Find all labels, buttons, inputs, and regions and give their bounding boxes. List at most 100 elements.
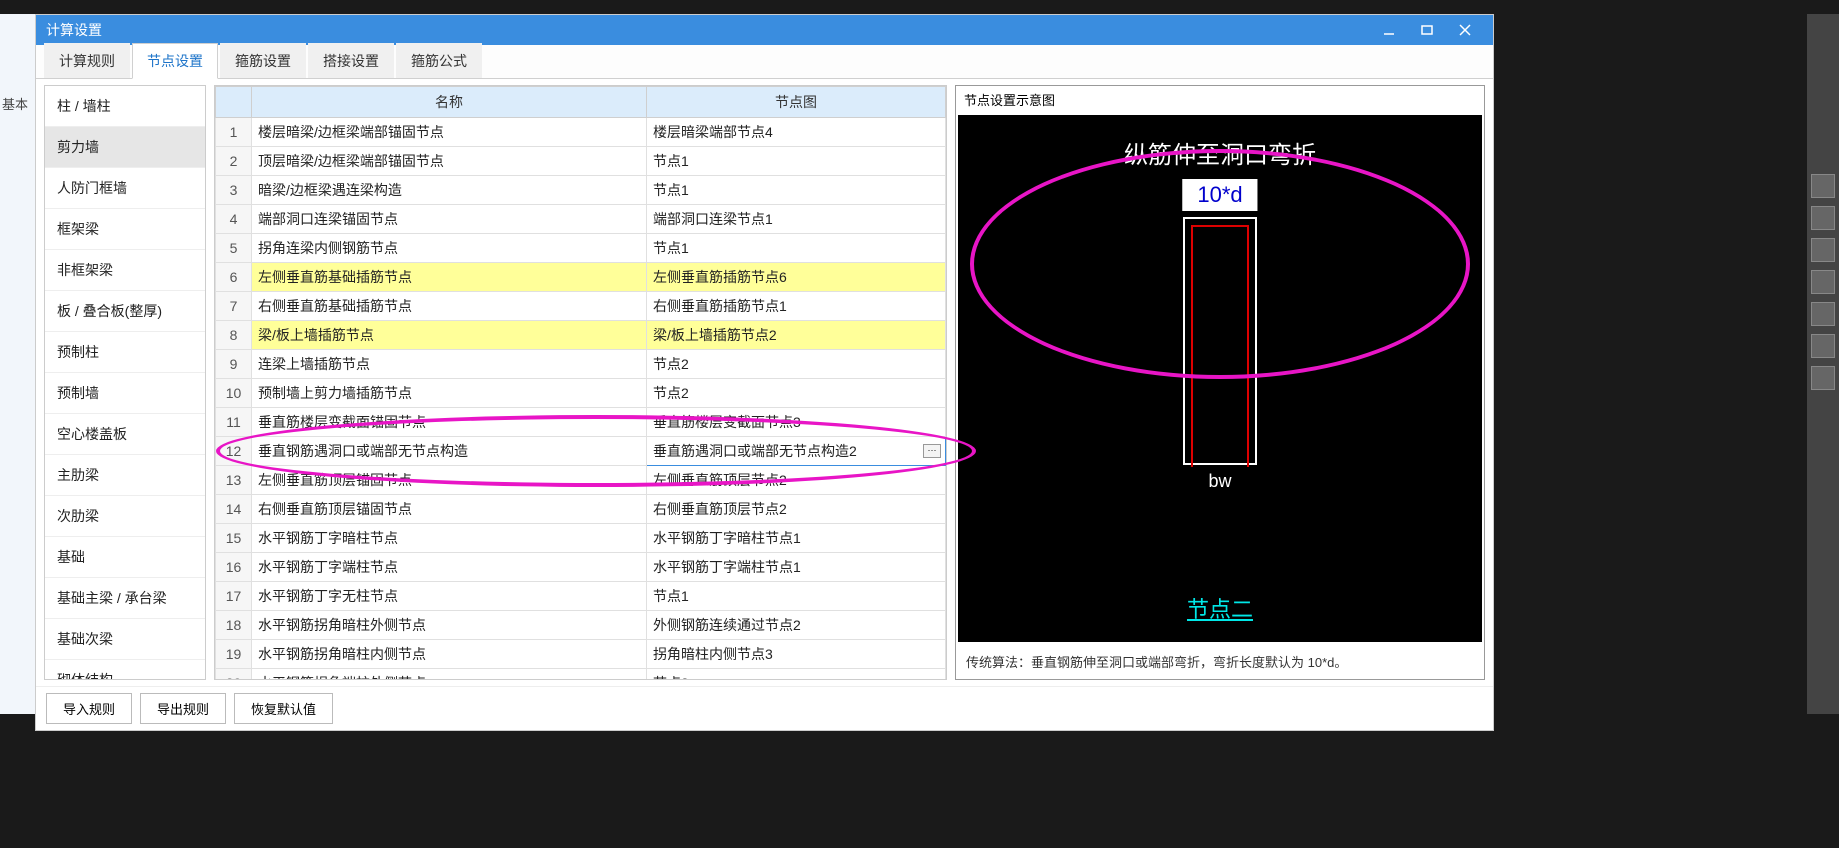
cell-name[interactable]: 左侧垂直筋顶层锚固节点	[252, 466, 647, 495]
cell-node[interactable]: 节点1	[647, 176, 946, 205]
table-row[interactable]: 18水平钢筋拐角暗柱外侧节点外侧钢筋连续通过节点2	[216, 611, 946, 640]
tab-3[interactable]: 搭接设置	[308, 43, 394, 78]
cell-name[interactable]: 连梁上墙插筋节点	[252, 350, 647, 379]
cell-node[interactable]: 右侧垂直筋插筋节点1	[647, 292, 946, 321]
preview-title: 节点设置示意图	[956, 86, 1484, 113]
cell-node[interactable]: 拐角暗柱内侧节点3	[647, 640, 946, 669]
export-rules-button[interactable]: 导出规则	[140, 693, 226, 724]
sidebar-item-6[interactable]: 预制柱	[45, 332, 205, 373]
table-row[interactable]: 6左侧垂直筋基础插筋节点左侧垂直筋插筋节点6	[216, 263, 946, 292]
cell-name[interactable]: 顶层暗梁/边框梁端部锚固节点	[252, 147, 647, 176]
table-row[interactable]: 5拐角连梁内侧钢筋节点节点1	[216, 234, 946, 263]
table-row[interactable]: 9连梁上墙插筋节点节点2	[216, 350, 946, 379]
table-row[interactable]: 20水平钢筋拐角端柱外侧节点节点3	[216, 669, 946, 681]
right-tool-icon[interactable]	[1811, 174, 1835, 198]
right-tool-icon[interactable]	[1811, 334, 1835, 358]
right-tool-icon[interactable]	[1811, 238, 1835, 262]
diagram-formula[interactable]: 10*d	[1182, 179, 1257, 211]
sidebar-item-3[interactable]: 框架梁	[45, 209, 205, 250]
cell-node[interactable]: 楼层暗梁端部节点4	[647, 118, 946, 147]
sidebar-item-12[interactable]: 基础主梁 / 承台梁	[45, 578, 205, 619]
table-row[interactable]: 19水平钢筋拐角暗柱内侧节点拐角暗柱内侧节点3	[216, 640, 946, 669]
cell-node[interactable]: 梁/板上墙插筋节点2	[647, 321, 946, 350]
cell-name[interactable]: 梁/板上墙插筋节点	[252, 321, 647, 350]
table-row[interactable]: 7右侧垂直筋基础插筋节点右侧垂直筋插筋节点1	[216, 292, 946, 321]
cell-name[interactable]: 垂直钢筋遇洞口或端部无节点构造	[252, 437, 647, 466]
sidebar-item-7[interactable]: 预制墙	[45, 373, 205, 414]
table-row[interactable]: 17水平钢筋丁字无柱节点节点1	[216, 582, 946, 611]
cell-node[interactable]: 垂直筋楼层变截面节点3	[647, 408, 946, 437]
sidebar-item-8[interactable]: 空心楼盖板	[45, 414, 205, 455]
cell-node[interactable]: 左侧垂直筋顶层节点2	[647, 466, 946, 495]
cell-name[interactable]: 水平钢筋丁字暗柱节点	[252, 524, 647, 553]
cell-name[interactable]: 端部洞口连梁锚固节点	[252, 205, 647, 234]
diagram-node-label[interactable]: 节点二	[1187, 592, 1253, 624]
sidebar-item-2[interactable]: 人防门框墙	[45, 168, 205, 209]
cell-node[interactable]: 右侧垂直筋顶层节点2	[647, 495, 946, 524]
sidebar-item-11[interactable]: 基础	[45, 537, 205, 578]
sidebar-item-0[interactable]: 柱 / 墙柱	[45, 86, 205, 127]
row-number: 7	[216, 292, 252, 321]
cell-name[interactable]: 右侧垂直筋基础插筋节点	[252, 292, 647, 321]
cell-name[interactable]: 拐角连梁内侧钢筋节点	[252, 234, 647, 263]
right-tool-icon[interactable]	[1811, 270, 1835, 294]
sidebar-item-1[interactable]: 剪力墙	[45, 127, 205, 168]
cell-node[interactable]: 水平钢筋丁字暗柱节点1	[647, 524, 946, 553]
cell-node[interactable]: 节点2	[647, 379, 946, 408]
maximize-button[interactable]	[1409, 17, 1445, 43]
right-tool-icon[interactable]	[1811, 302, 1835, 326]
cell-name[interactable]: 楼层暗梁/边框梁端部锚固节点	[252, 118, 647, 147]
table-row[interactable]: 1楼层暗梁/边框梁端部锚固节点楼层暗梁端部节点4	[216, 118, 946, 147]
cell-node[interactable]: 垂直筋遇洞口或端部无节点构造2⋯	[647, 437, 946, 466]
table-row[interactable]: 13左侧垂直筋顶层锚固节点左侧垂直筋顶层节点2	[216, 466, 946, 495]
sidebar-item-5[interactable]: 板 / 叠合板(整厚)	[45, 291, 205, 332]
cell-name[interactable]: 水平钢筋丁字无柱节点	[252, 582, 647, 611]
tab-1[interactable]: 节点设置	[132, 43, 218, 79]
tab-0[interactable]: 计算规则	[44, 43, 130, 78]
cell-node[interactable]: 节点3	[647, 669, 946, 681]
cell-node[interactable]: 外侧钢筋连续通过节点2	[647, 611, 946, 640]
row-number: 11	[216, 408, 252, 437]
cell-more-button[interactable]: ⋯	[923, 444, 941, 458]
tab-2[interactable]: 箍筋设置	[220, 43, 306, 78]
cell-node[interactable]: 端部洞口连梁节点1	[647, 205, 946, 234]
cell-name[interactable]: 水平钢筋拐角暗柱内侧节点	[252, 640, 647, 669]
table-row[interactable]: 10预制墙上剪力墙插筋节点节点2	[216, 379, 946, 408]
table-row[interactable]: 15水平钢筋丁字暗柱节点水平钢筋丁字暗柱节点1	[216, 524, 946, 553]
cell-name[interactable]: 水平钢筋丁字端柱节点	[252, 553, 647, 582]
row-number: 6	[216, 263, 252, 292]
cell-node[interactable]: 节点2	[647, 350, 946, 379]
import-rules-button[interactable]: 导入规则	[46, 693, 132, 724]
cell-name[interactable]: 水平钢筋拐角暗柱外侧节点	[252, 611, 647, 640]
table-row[interactable]: 11垂直筋楼层变截面锚固节点垂直筋楼层变截面节点3	[216, 408, 946, 437]
cell-name[interactable]: 暗梁/边框梁遇连梁构造	[252, 176, 647, 205]
cell-node[interactable]: 节点1	[647, 582, 946, 611]
close-button[interactable]	[1447, 17, 1483, 43]
cell-name[interactable]: 垂直筋楼层变截面锚固节点	[252, 408, 647, 437]
cell-name[interactable]: 预制墙上剪力墙插筋节点	[252, 379, 647, 408]
cell-name[interactable]: 左侧垂直筋基础插筋节点	[252, 263, 647, 292]
table-row[interactable]: 2顶层暗梁/边框梁端部锚固节点节点1	[216, 147, 946, 176]
cell-node[interactable]: 水平钢筋丁字端柱节点1	[647, 553, 946, 582]
restore-defaults-button[interactable]: 恢复默认值	[234, 693, 333, 724]
sidebar-item-13[interactable]: 基础次梁	[45, 619, 205, 660]
cell-node[interactable]: 节点1	[647, 234, 946, 263]
minimize-button[interactable]	[1371, 17, 1407, 43]
table-row[interactable]: 8梁/板上墙插筋节点梁/板上墙插筋节点2	[216, 321, 946, 350]
cell-name[interactable]: 右侧垂直筋顶层锚固节点	[252, 495, 647, 524]
right-tool-icon[interactable]	[1811, 366, 1835, 390]
table-row[interactable]: 12垂直钢筋遇洞口或端部无节点构造垂直筋遇洞口或端部无节点构造2⋯	[216, 437, 946, 466]
table-row[interactable]: 16水平钢筋丁字端柱节点水平钢筋丁字端柱节点1	[216, 553, 946, 582]
sidebar-item-4[interactable]: 非框架梁	[45, 250, 205, 291]
sidebar-item-9[interactable]: 主肋梁	[45, 455, 205, 496]
table-row[interactable]: 3暗梁/边框梁遇连梁构造节点1	[216, 176, 946, 205]
table-row[interactable]: 14右侧垂直筋顶层锚固节点右侧垂直筋顶层节点2	[216, 495, 946, 524]
sidebar-item-14[interactable]: 砌体结构	[45, 660, 205, 680]
table-row[interactable]: 4端部洞口连梁锚固节点端部洞口连梁节点1	[216, 205, 946, 234]
sidebar-item-10[interactable]: 次肋梁	[45, 496, 205, 537]
cell-name[interactable]: 水平钢筋拐角端柱外侧节点	[252, 669, 647, 681]
tab-4[interactable]: 箍筋公式	[396, 43, 482, 78]
cell-node[interactable]: 节点1	[647, 147, 946, 176]
right-tool-icon[interactable]	[1811, 206, 1835, 230]
cell-node[interactable]: 左侧垂直筋插筋节点6	[647, 263, 946, 292]
